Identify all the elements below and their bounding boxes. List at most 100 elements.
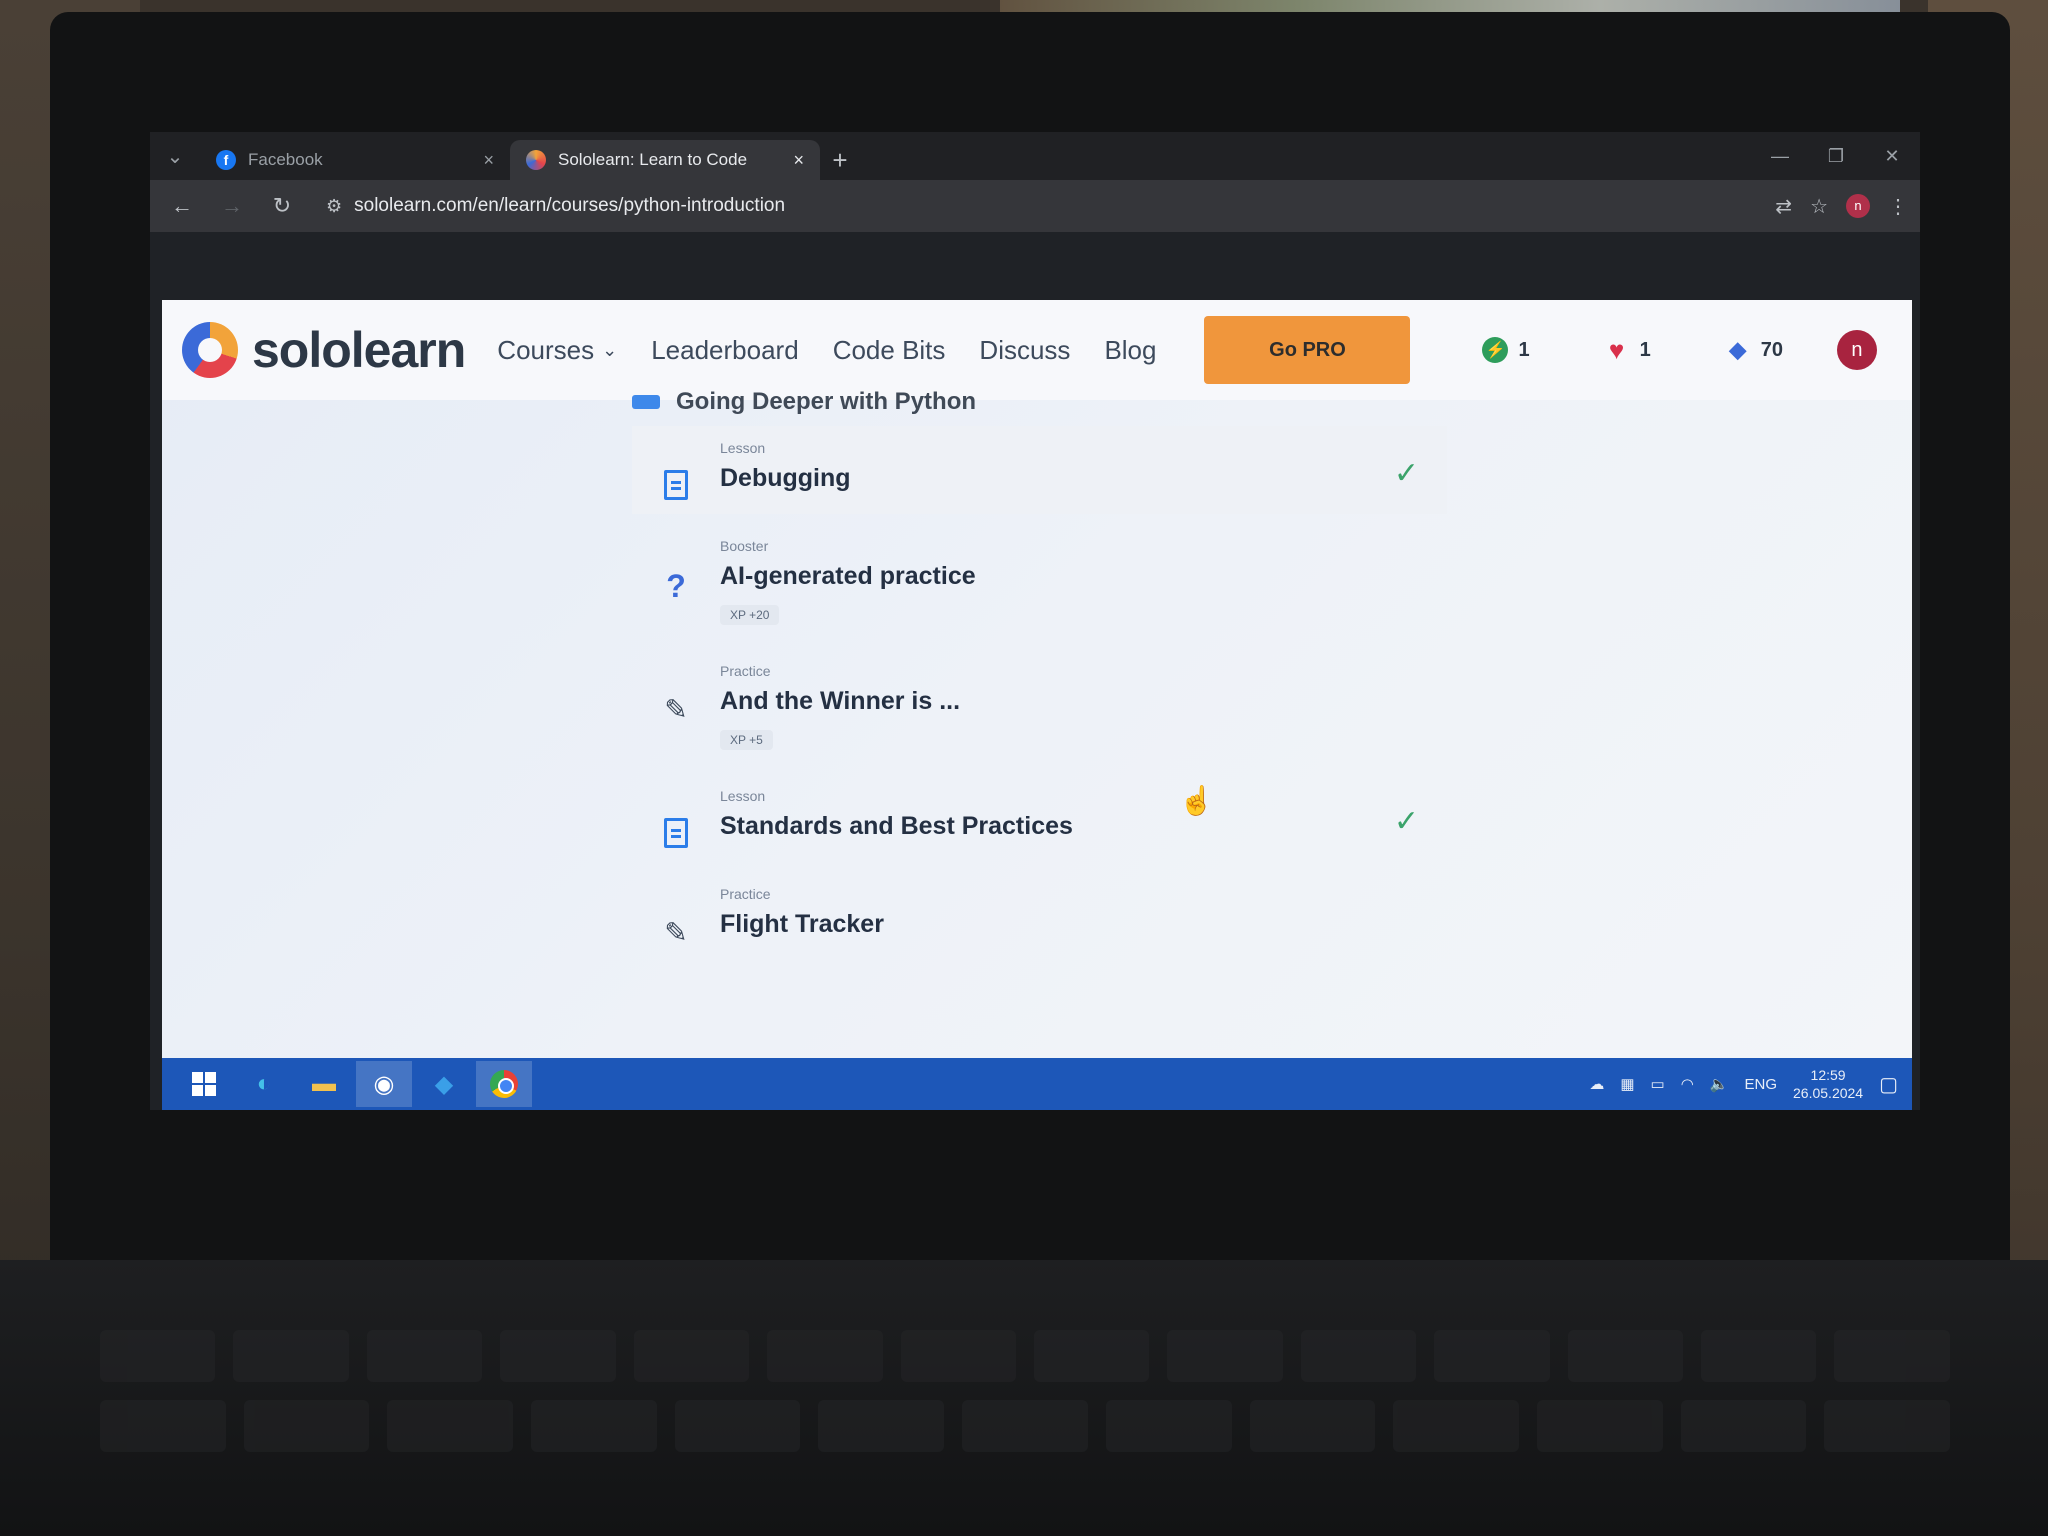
question-icon: ? (666, 568, 686, 604)
menu-label: Courses (497, 334, 595, 365)
wifi-icon[interactable]: ◠ (1681, 1075, 1694, 1093)
close-icon[interactable]: × (483, 150, 494, 171)
lesson-item[interactable]: Lesson Debugging ✓ (632, 426, 1447, 514)
lesson-item[interactable]: Lesson Standards and Best Practices ✓ (632, 774, 1447, 862)
gem-icon: ◆ (1729, 337, 1747, 362)
section-icon (632, 395, 660, 409)
tab-title: Facebook (248, 150, 323, 169)
profile-avatar[interactable]: n (1846, 194, 1870, 218)
bookmark-star-icon[interactable]: ☆ (1810, 194, 1828, 219)
clock[interactable]: 12:59 26.05.2024 (1793, 1066, 1863, 1102)
chrome-icon (490, 1070, 518, 1098)
edge-icon: ◐ (256, 1070, 272, 1097)
pencil-icon: ✎ (664, 694, 688, 725)
checkmark-icon: ✓ (1393, 457, 1419, 490)
sololearn-icon (526, 150, 546, 170)
lesson-item[interactable]: ✎ Practice And the Winner is ... XP +5 (632, 649, 1447, 764)
windows-taskbar: ◐ ▬ ◉ ◆ ☁ ▦ ▭ ◠ 🔈 ENG 12:59 26.05.2024 ▢ (162, 1058, 1912, 1110)
menu-code-bits[interactable]: Code Bits (833, 335, 946, 366)
browser-toolbar: ← → ↻ ⚙ sololearn.com/en/learn/courses/p… (150, 180, 1920, 232)
menu-blog[interactable]: Blog (1104, 335, 1156, 366)
vscode-icon: ◆ (434, 1070, 454, 1098)
key-row (100, 1330, 1950, 1382)
clock-time: 12:59 (1810, 1067, 1846, 1083)
lesson-item[interactable]: ✎ Practice Flight Tracker (632, 872, 1447, 963)
tab-search-button[interactable]: ⌄ (150, 132, 200, 180)
menu-courses[interactable]: Courses ⌄ (497, 335, 617, 366)
folder-icon: ▬ (312, 1070, 336, 1097)
hearts-value: 1 (1639, 338, 1651, 361)
streak-value: 1 (1518, 338, 1530, 361)
new-tab-button[interactable]: + (820, 140, 860, 180)
item-kind: Lesson (720, 440, 766, 456)
item-kind: Booster (720, 538, 769, 554)
item-kind: Lesson (720, 788, 766, 804)
item-kind: Practice (720, 886, 771, 902)
restore-icon[interactable]: ❐ (1808, 132, 1864, 180)
lesson-list: Lesson Debugging ✓ ? Booster AI-generate… (632, 426, 1447, 963)
section-heading: Going Deeper with Python (632, 388, 976, 416)
chevron-down-icon: ⌄ (602, 339, 618, 360)
taskbar-edge[interactable]: ◐ (236, 1061, 292, 1107)
facebook-icon: f (216, 150, 236, 170)
system-tray: ☁ ▦ ▭ ◠ 🔈 ENG 12:59 26.05.2024 ▢ (1589, 1066, 1898, 1102)
volume-icon[interactable]: 🔈 (1710, 1075, 1729, 1093)
checkmark-icon: ✓ (1393, 805, 1419, 838)
hand-cursor-icon: ☝ (1179, 785, 1214, 816)
xp-badge: XP +20 (720, 605, 780, 625)
cloud-icon[interactable]: ☁ (1589, 1075, 1604, 1093)
clock-date: 26.05.2024 (1793, 1085, 1864, 1101)
tab-facebook[interactable]: f Facebook × (200, 140, 510, 180)
battery-icon[interactable]: ▭ (1651, 1075, 1665, 1093)
tray-app-icon[interactable]: ▦ (1620, 1075, 1634, 1093)
user-avatar[interactable]: n (1836, 330, 1877, 370)
close-window-icon[interactable]: ✕ (1864, 132, 1920, 180)
tab-sololearn[interactable]: Sololearn: Learn to Code × (510, 140, 820, 180)
taskbar-explorer[interactable]: ▬ (296, 1061, 352, 1107)
site-navbar: sololearn Courses ⌄ Leaderboard Code Bit… (162, 300, 1912, 400)
translate-icon[interactable]: ⇄ (1775, 194, 1792, 219)
minimize-icon[interactable]: — (1752, 132, 1808, 180)
start-button[interactable] (176, 1061, 232, 1107)
item-kind: Practice (720, 663, 771, 679)
site-settings-icon[interactable]: ⚙ (326, 196, 342, 217)
address-bar[interactable]: ⚙ sololearn.com/en/learn/courses/python-… (312, 187, 1765, 225)
streak-counter[interactable]: ⚡ 1 (1482, 337, 1530, 363)
windows-icon (192, 1072, 216, 1096)
gems-value: 70 (1760, 338, 1783, 361)
sololearn-logo[interactable]: sololearn (182, 321, 466, 379)
gems-counter[interactable]: ◆ 70 (1725, 337, 1783, 363)
logo-text: sololearn (252, 322, 466, 378)
go-pro-button[interactable]: Go PRO (1204, 316, 1411, 384)
menu-leaderboard[interactable]: Leaderboard (651, 335, 798, 366)
toolbar-actions: ⇄ ☆ n ⋮ (1775, 194, 1908, 219)
item-title: Standards and Best Practices (720, 812, 1073, 840)
url-text[interactable]: sololearn.com/en/learn/courses/python-in… (354, 195, 785, 217)
main-menu: Courses ⌄ Leaderboard Code Bits Discuss … (497, 335, 1156, 366)
taskbar-vscode[interactable]: ◆ (416, 1061, 472, 1107)
browser-menu-icon[interactable]: ⋮ (1888, 194, 1908, 219)
lightning-icon: ⚡ (1482, 337, 1509, 363)
notification-icon[interactable]: ▢ (1879, 1072, 1898, 1097)
language-indicator[interactable]: ENG (1745, 1076, 1778, 1093)
forward-arrow-icon[interactable]: → (212, 186, 252, 226)
taskbar-chrome[interactable] (476, 1061, 532, 1107)
back-arrow-icon[interactable]: ← (162, 186, 202, 226)
menu-discuss[interactable]: Discuss (979, 335, 1070, 366)
lesson-item[interactable]: ? Booster AI-generated practice XP +20 (632, 524, 1447, 639)
item-title: And the Winner is ... (720, 687, 961, 715)
item-title: Debugging (720, 464, 851, 492)
sololearn-logo-icon (182, 322, 238, 378)
user-stats: ⚡ 1 ♥ 1 ◆ 70 (1482, 335, 1783, 365)
xp-badge: XP +5 (720, 730, 773, 750)
taskbar-app[interactable]: ◉ (356, 1061, 412, 1107)
hearts-counter[interactable]: ♥ 1 (1604, 335, 1651, 365)
close-icon[interactable]: × (793, 150, 804, 171)
reload-icon[interactable]: ↻ (262, 186, 302, 226)
laptop-keyboard (0, 1260, 2048, 1536)
item-title: Flight Tracker (720, 910, 884, 938)
app-icon: ◉ (373, 1070, 395, 1098)
window-controls: — ❐ ✕ (1752, 132, 1920, 180)
item-title: AI-generated practice (720, 562, 976, 590)
document-icon (664, 818, 688, 848)
